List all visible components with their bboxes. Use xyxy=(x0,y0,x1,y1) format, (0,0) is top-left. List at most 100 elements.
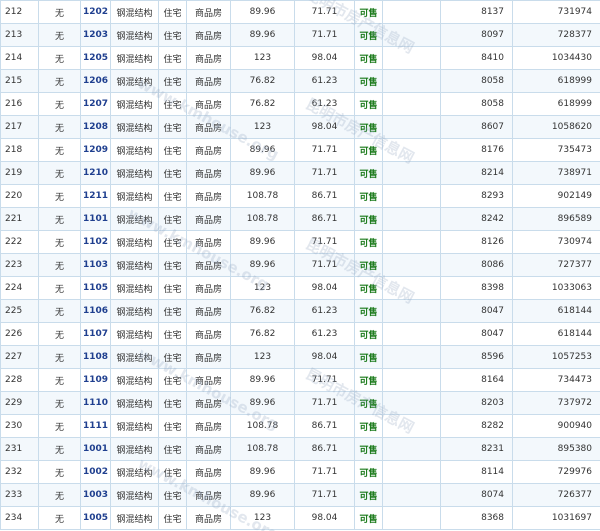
row-number-cell: 226 xyxy=(0,322,39,346)
empty-cell xyxy=(382,253,441,277)
usage-cell: 住宅 xyxy=(158,299,187,323)
table-row: 229 无 1110 钢混结构 住宅 商品房 89.96 71.71 可售 8203 737972 xyxy=(0,391,600,415)
total-price-cell: 730974 xyxy=(512,230,600,254)
inner-area-cell: 71.71 xyxy=(294,253,355,277)
floor-cell: 无 xyxy=(38,460,81,484)
unit-price-cell: 8368 xyxy=(440,506,513,530)
structure-cell: 钢混结构 xyxy=(110,414,159,438)
inner-area-cell: 98.04 xyxy=(294,345,355,369)
floor-cell: 无 xyxy=(38,207,81,231)
empty-cell xyxy=(382,345,441,369)
total-price-cell: 895380 xyxy=(512,437,600,461)
empty-cell xyxy=(382,23,441,47)
total-price-cell: 737972 xyxy=(512,391,600,415)
floor-cell: 无 xyxy=(38,276,81,300)
row-number-cell: 218 xyxy=(0,138,39,162)
structure-cell: 钢混结构 xyxy=(110,345,159,369)
room-number-cell: 1005 xyxy=(80,506,111,530)
room-number-cell: 1101 xyxy=(80,207,111,231)
area-cell: 108.78 xyxy=(230,437,295,461)
room-number-cell: 1211 xyxy=(80,184,111,208)
house-type-cell: 商品房 xyxy=(186,230,231,254)
inner-area-cell: 71.71 xyxy=(294,368,355,392)
status-cell: 可售 xyxy=(354,46,383,70)
row-number-cell: 231 xyxy=(0,437,39,461)
empty-cell xyxy=(382,115,441,139)
unit-price-cell: 8047 xyxy=(440,322,513,346)
unit-price-cell: 8058 xyxy=(440,92,513,116)
table-row: 231 无 1001 钢混结构 住宅 商品房 108.78 86.71 可售 8231 895380 xyxy=(0,437,600,461)
inner-area-cell: 71.71 xyxy=(294,0,355,24)
area-cell: 76.82 xyxy=(230,69,295,93)
empty-cell xyxy=(382,138,441,162)
room-number-cell: 1001 xyxy=(80,437,111,461)
inner-area-cell: 61.23 xyxy=(294,69,355,93)
usage-cell: 住宅 xyxy=(158,115,187,139)
area-cell: 89.96 xyxy=(230,483,295,507)
area-cell: 89.96 xyxy=(230,23,295,47)
house-type-cell: 商品房 xyxy=(186,138,231,162)
unit-price-cell: 8176 xyxy=(440,138,513,162)
usage-cell: 住宅 xyxy=(158,207,187,231)
total-price-cell: 1034430 xyxy=(512,46,600,70)
room-number-cell: 1111 xyxy=(80,414,111,438)
house-type-cell: 商品房 xyxy=(186,483,231,507)
inner-area-cell: 71.71 xyxy=(294,161,355,185)
unit-price-cell: 8164 xyxy=(440,368,513,392)
row-number-cell: 214 xyxy=(0,46,39,70)
inner-area-cell: 86.71 xyxy=(294,207,355,231)
row-number-cell: 223 xyxy=(0,253,39,277)
area-cell: 89.96 xyxy=(230,230,295,254)
status-cell: 可售 xyxy=(354,391,383,415)
row-number-cell: 229 xyxy=(0,391,39,415)
structure-cell: 钢混结构 xyxy=(110,483,159,507)
usage-cell: 住宅 xyxy=(158,138,187,162)
inner-area-cell: 98.04 xyxy=(294,276,355,300)
unit-price-cell: 8398 xyxy=(440,276,513,300)
row-number-cell: 215 xyxy=(0,69,39,93)
status-cell: 可售 xyxy=(354,322,383,346)
area-cell: 89.96 xyxy=(230,161,295,185)
table-row: 219 无 1210 钢混结构 住宅 商品房 89.96 71.71 可售 8214 738971 xyxy=(0,161,600,185)
status-cell: 可售 xyxy=(354,230,383,254)
status-cell: 可售 xyxy=(354,207,383,231)
table-row: 223 无 1103 钢混结构 住宅 商品房 89.96 71.71 可售 8086 727377 xyxy=(0,253,600,277)
usage-cell: 住宅 xyxy=(158,161,187,185)
row-number-cell: 219 xyxy=(0,161,39,185)
structure-cell: 钢混结构 xyxy=(110,92,159,116)
unit-price-cell: 8214 xyxy=(440,161,513,185)
structure-cell: 钢混结构 xyxy=(110,253,159,277)
empty-cell xyxy=(382,230,441,254)
house-type-cell: 商品房 xyxy=(186,207,231,231)
empty-cell xyxy=(382,184,441,208)
empty-cell xyxy=(382,299,441,323)
table-row: 214 无 1205 钢混结构 住宅 商品房 123 98.04 可售 8410 1034430 xyxy=(0,46,600,70)
status-cell: 可售 xyxy=(354,299,383,323)
structure-cell: 钢混结构 xyxy=(110,0,159,24)
usage-cell: 住宅 xyxy=(158,0,187,24)
table-row: 216 无 1207 钢混结构 住宅 商品房 76.82 61.23 可售 8058 618999 xyxy=(0,92,600,116)
floor-cell: 无 xyxy=(38,115,81,139)
area-cell: 123 xyxy=(230,46,295,70)
unit-price-cell: 8242 xyxy=(440,207,513,231)
status-cell: 可售 xyxy=(354,276,383,300)
table-row: 228 无 1109 钢混结构 住宅 商品房 89.96 71.71 可售 8164 734473 xyxy=(0,368,600,392)
table-row: 224 无 1105 钢混结构 住宅 商品房 123 98.04 可售 8398 1033063 xyxy=(0,276,600,300)
total-price-cell: 900940 xyxy=(512,414,600,438)
floor-cell: 无 xyxy=(38,23,81,47)
area-cell: 123 xyxy=(230,345,295,369)
row-number-cell: 212 xyxy=(0,0,39,24)
table-row: 213 无 1203 钢混结构 住宅 商品房 89.96 71.71 可售 8097 728377 xyxy=(0,23,600,47)
unit-price-cell: 8114 xyxy=(440,460,513,484)
usage-cell: 住宅 xyxy=(158,46,187,70)
row-number-cell: 230 xyxy=(0,414,39,438)
status-cell: 可售 xyxy=(354,483,383,507)
house-type-cell: 商品房 xyxy=(186,0,231,24)
room-number-cell: 1110 xyxy=(80,391,111,415)
area-cell: 89.96 xyxy=(230,0,295,24)
empty-cell xyxy=(382,391,441,415)
unit-price-cell: 8596 xyxy=(440,345,513,369)
house-type-cell: 商品房 xyxy=(186,414,231,438)
structure-cell: 钢混结构 xyxy=(110,23,159,47)
status-cell: 可售 xyxy=(354,138,383,162)
